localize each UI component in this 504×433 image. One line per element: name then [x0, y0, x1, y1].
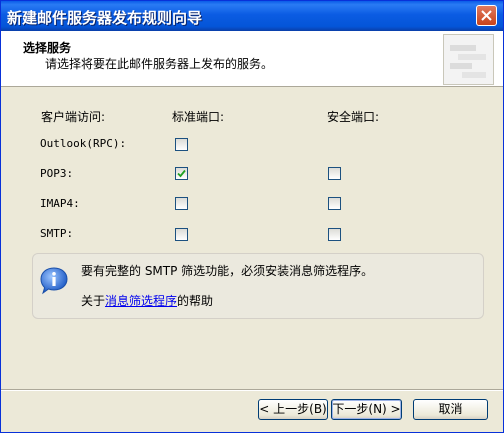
info-icon: [40, 267, 68, 295]
wizard-window: 新建邮件服务器发布规则向导 选择服务 请选择将要在此邮件服务器上发布的服务。 客…: [0, 0, 504, 433]
service-label-pop3: POP3:: [40, 167, 74, 180]
info-panel: 要有完整的 SMTP 筛选功能，必须安装消息筛选程序。 关于消息筛选程序的帮助: [32, 253, 484, 319]
smtp-secure-checkbox[interactable]: [328, 228, 341, 241]
window-title: 新建邮件服务器发布规则向导: [7, 9, 203, 27]
back-button[interactable]: < 上一步(B): [258, 399, 328, 420]
service-label-outlook-rpc: Outlook(RPC):: [40, 137, 127, 150]
info-message: 要有完整的 SMTP 筛选功能，必须安装消息筛选程序。: [81, 264, 374, 278]
imap4-standard-checkbox[interactable]: [175, 197, 188, 210]
smtp-standard-checkbox[interactable]: [175, 228, 188, 241]
message-filter-help-link[interactable]: 消息筛选程序: [105, 294, 177, 308]
column-standard-port: 标准端口:: [172, 110, 225, 124]
pop3-secure-checkbox[interactable]: [328, 167, 341, 180]
imap4-secure-checkbox[interactable]: [328, 197, 341, 210]
help-prefix: 关于: [81, 294, 106, 308]
pop3-standard-checkbox[interactable]: [175, 167, 188, 180]
service-label-imap4: IMAP4:: [40, 197, 80, 210]
page-subtitle: 请选择将要在此邮件服务器上发布的服务。: [45, 57, 274, 71]
column-secure-port: 安全端口:: [327, 110, 380, 124]
footer-divider: [1, 389, 503, 391]
close-button[interactable]: [476, 5, 497, 26]
title-bar[interactable]: 新建邮件服务器发布规则向导: [1, 1, 503, 31]
cancel-button[interactable]: 取消: [413, 399, 488, 420]
help-line: 关于消息筛选程序的帮助: [81, 292, 213, 309]
page-title: 选择服务: [23, 41, 72, 55]
next-button[interactable]: 下一步(N) >: [331, 399, 402, 420]
close-icon: [481, 10, 492, 21]
service-label-smtp: SMTP:: [40, 227, 74, 240]
help-suffix: 的帮助: [177, 294, 214, 308]
wizard-header: 选择服务 请选择将要在此邮件服务器上发布的服务。: [1, 31, 503, 87]
column-client-access: 客户端访问:: [41, 110, 106, 124]
outlook-rpc-standard-checkbox[interactable]: [175, 138, 188, 151]
checkmark-icon: [177, 169, 186, 178]
wizard-graphic-icon: [443, 34, 494, 85]
